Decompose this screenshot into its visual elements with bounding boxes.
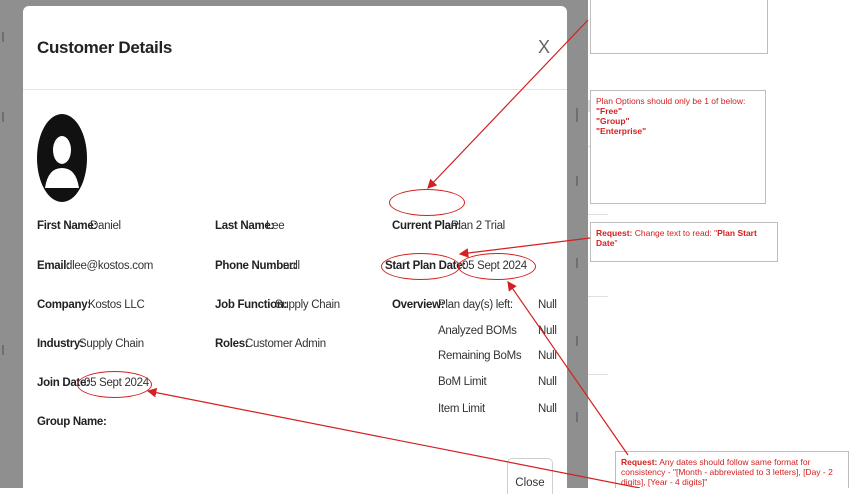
request-label: Request: [621,457,658,467]
annotation-ellipse-start-label [381,253,460,280]
annotation-note-empty [590,0,768,54]
avatar-icon [37,114,87,202]
backdrop-mark [576,108,578,122]
backdrop-mark [2,112,4,122]
close-icon[interactable]: X [538,37,550,58]
backdrop-mark [2,345,4,355]
customer-details-modal: Customer Details X First Name: Daniel Em… [23,6,567,494]
backdrop-mark [576,176,578,186]
current-plan-value: Plan 2 Trial [451,220,505,232]
job-function-value: Supply Chain [275,299,340,311]
overview-row-name: Remaining BoMs [438,350,522,362]
overview-row-name: BoM Limit [438,376,487,388]
overview-row-name: Analyzed BOMs [438,325,517,337]
plan-start-text: Change text to read: " [632,228,718,238]
annotation-note-dates: Request: Any dates should follow same fo… [615,451,849,488]
backdrop-mark [576,412,578,422]
overview-row-value: Null [538,350,557,362]
backdrop-edge [588,296,608,297]
group-name-label: Group Name: [37,416,107,428]
company-label: Company: [37,299,91,311]
email-value: dlee@kostos.com [66,260,154,272]
email-label: Email: [37,260,70,272]
first-name-value: Daniel [90,220,121,232]
company-value: Kostos LLC [88,299,145,311]
backdrop-edge [588,374,608,375]
first-name-label: First Name: [37,220,97,232]
roles-value: Customer Admin [245,338,326,350]
overview-row-value: Null [538,403,557,415]
annotation-note-plan-start: Request: Change text to read: "Plan Star… [590,222,778,262]
plan-options-text: Plan Options should only be 1 of below: [596,96,746,106]
header-divider [23,89,567,90]
last-name-value: Lee [266,220,285,232]
plan-option-group: "Group" [596,116,630,126]
overview-label: Overview: [392,299,445,311]
industry-value: Supply Chain [79,338,144,350]
roles-label: Roles: [215,338,249,350]
modal-title: Customer Details [37,38,173,57]
industry-label: Industry: [37,338,84,350]
annotation-ellipse-start-date [458,253,536,280]
request-label: Request: [596,228,633,238]
annotation-ellipse-join-date [77,371,152,398]
overview-row-name: Item Limit [438,403,485,415]
plan-option-free: "Free" [596,106,623,116]
overview-row-name: Plan day(s) left: [438,299,513,311]
overview-row-value: Null [538,325,557,337]
annotation-ellipse-plan [389,189,465,216]
phone-number-value: null [283,260,300,272]
plan-option-enterprise: "Enterprise" [596,126,647,136]
close-button[interactable]: Close [507,458,553,494]
plan-start-end: " [614,238,618,248]
backdrop-mark [576,258,578,268]
backdrop-mark [2,32,4,42]
backdrop-mark [576,336,578,346]
overview-row-value: Null [538,376,557,388]
overview-row-value: Null [538,299,557,311]
backdrop-edge [588,214,608,215]
annotation-note-plan-options: Plan Options should only be 1 of below: … [590,90,766,204]
